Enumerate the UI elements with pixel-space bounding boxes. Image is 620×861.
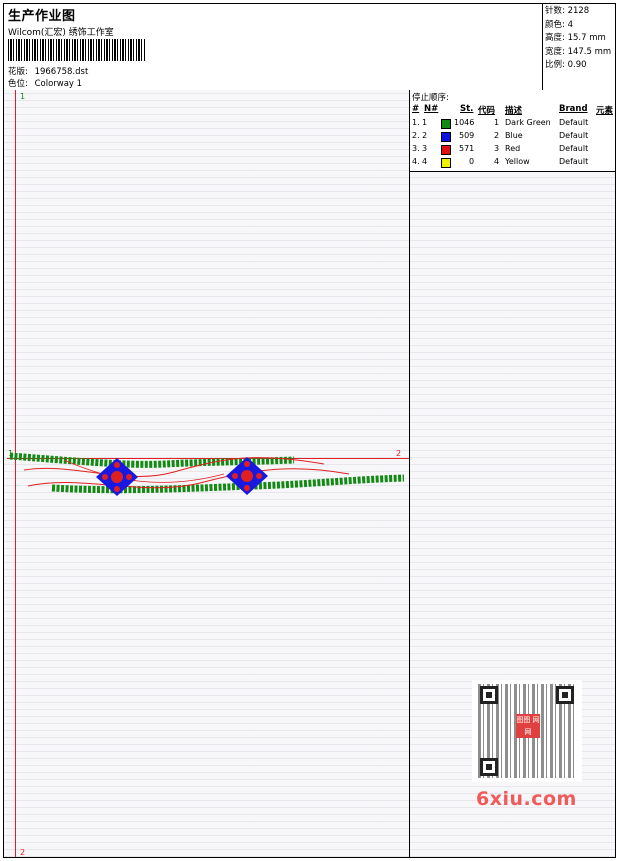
marker-top: 1: [20, 92, 25, 101]
marker-right: 2: [396, 449, 401, 458]
colorway-value: Colorway 1: [34, 79, 83, 89]
color-swatch-blue: [441, 132, 451, 142]
stop-sequence-table: 停止顺序: # N# St. 代码 描述 Brand 元素 1. 1 1046 …: [410, 90, 615, 172]
embroidery-artwork: 1 2 1 2: [7, 90, 409, 857]
stat-scale: 比例: 0.90: [545, 60, 587, 70]
design-stats: 针数: 2128 颜色: 4 高度: 15.7 mm 宽度: 147.5 mm …: [542, 4, 615, 90]
design-preview: 1 2 1 2: [4, 90, 410, 857]
table-row: 4. 4 0 4 Yellow Default: [412, 157, 589, 168]
stat-stitches: 针数: 2128: [545, 6, 590, 16]
color-swatch-yellow: [441, 158, 451, 168]
qr-code: 图图 网网: [472, 680, 582, 782]
qr-finder-top-right: [556, 686, 574, 704]
table-row: 3. 3 571 3 Red Default: [412, 144, 589, 155]
header: 生产作业图 Wilcom(汇宏) 绣饰工作室 花版: 1966758.dst 色…: [4, 4, 615, 91]
stat-width: 宽度: 147.5 mm: [545, 46, 612, 57]
colorway-line: 色位: Colorway 1: [8, 77, 82, 89]
stat-colors: 颜色: 4: [545, 19, 573, 30]
col-header-description: 描述: [505, 106, 523, 116]
colorway-label: 色位:: [8, 79, 28, 89]
col-header-code: 代码: [478, 106, 496, 116]
seal-stamp: 图图 网网: [516, 714, 540, 738]
table-row: 2. 2 509 2 Blue Default: [412, 131, 589, 142]
col-header-stitches: St.: [460, 104, 474, 114]
table-row: 1. 1 1046 1 Dark Green Default: [412, 118, 589, 129]
col-header-index: #: [412, 104, 420, 114]
stat-height: 高度: 15.7 mm: [545, 33, 606, 43]
barcode: [8, 39, 146, 61]
col-header-needle: N#: [424, 104, 439, 114]
color-swatch-dark-green: [441, 119, 451, 129]
design-file-value: 1966758.dst: [34, 67, 89, 77]
marker-bottom: 2: [20, 848, 25, 857]
design-file-line: 花版: 1966758.dst: [8, 65, 88, 77]
page-title: 生产作业图: [8, 9, 76, 24]
stop-sequence-title: 停止顺序:: [412, 93, 449, 103]
site-watermark: 6xiu.com: [476, 788, 577, 810]
col-header-brand: Brand: [559, 104, 588, 114]
col-header-element: 元素: [596, 106, 614, 116]
qr-finder-bottom-left: [480, 758, 498, 776]
design-file-label: 花版:: [8, 67, 28, 77]
qr-finder-top-left: [480, 686, 498, 704]
studio-name: Wilcom(汇宏) 绣饰工作室: [8, 28, 114, 38]
color-swatch-red: [441, 145, 451, 155]
